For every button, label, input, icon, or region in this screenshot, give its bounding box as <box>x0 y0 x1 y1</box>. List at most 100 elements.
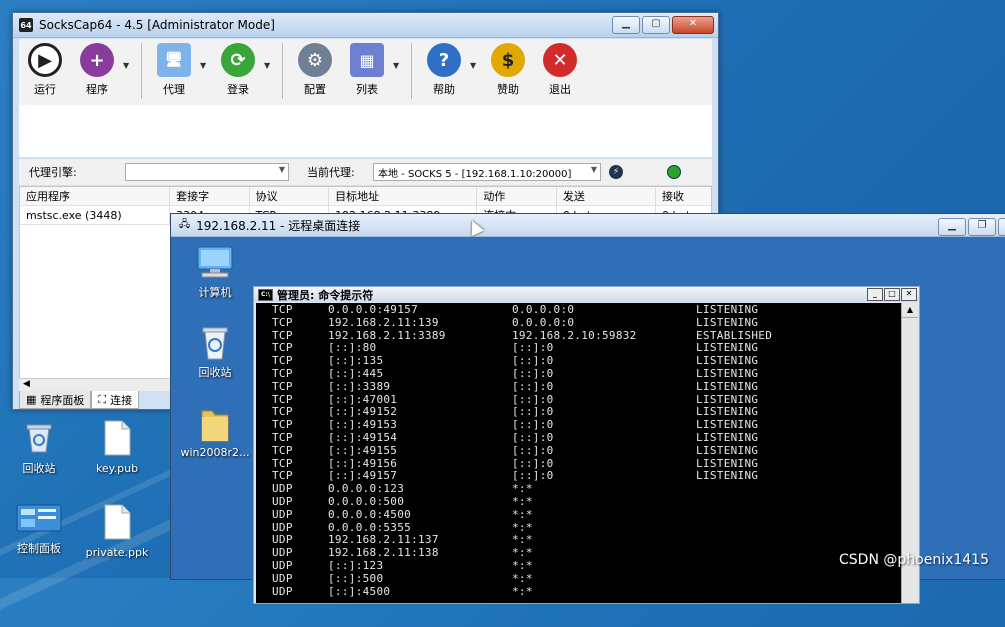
proxy-button[interactable]: 🖥 代理 <box>148 41 200 97</box>
program-dropdown-arrow[interactable]: ▼ <box>123 61 135 70</box>
toolbar-separator <box>282 43 283 99</box>
chevron-left-icon[interactable]: ◀ <box>23 379 30 389</box>
console-field: [::]:500 <box>328 571 384 585</box>
remote-icon-computer[interactable]: 计算机 <box>175 245 255 300</box>
desktop-icon-control-panel[interactable]: 控制面板 <box>4 504 74 556</box>
maximize-button[interactable]: ▢ <box>642 16 670 34</box>
toolbar-label: 帮助 <box>433 83 455 96</box>
column-header[interactable]: 接收 <box>656 187 711 205</box>
exit-icon: ✕ <box>543 43 577 77</box>
column-header[interactable]: 目标地址 <box>329 187 478 205</box>
minimize-button[interactable]: _ <box>867 288 883 301</box>
console-field: TCP <box>272 456 293 470</box>
close-button[interactable] <box>998 218 1005 236</box>
console-field: [::]:4500 <box>328 584 391 598</box>
run-button[interactable]: ▶ 运行 <box>19 41 71 97</box>
toolbar-label: 退出 <box>549 83 571 96</box>
console-field: TCP <box>272 379 293 393</box>
recycle-bin-icon <box>175 323 255 364</box>
column-header[interactable]: 应用程序 <box>20 187 171 205</box>
rdp-titlebar[interactable]: 🖧 192.168.2.11 - 远程桌面连接 ▁ ❐ <box>171 214 1005 237</box>
console-field: LISTENING <box>696 315 759 329</box>
console-line: UDP [::]:4500 *:* <box>256 585 901 598</box>
login-button[interactable]: ⟳ 登录 <box>212 41 264 97</box>
tab-connections[interactable]: ⛶ 连接 <box>91 391 140 409</box>
console-field: UDP <box>272 507 293 521</box>
tab-label: 连接 <box>110 393 133 407</box>
desktop-icon-private-ppk[interactable]: private.ppk <box>82 504 152 559</box>
console-line: TCP [::]:445 [::]:0 LISTENING <box>256 367 901 380</box>
console-field: [::]:0 <box>512 456 554 470</box>
console-field: LISTENING <box>696 430 759 444</box>
console-field: UDP <box>272 533 293 547</box>
console-field <box>696 559 846 572</box>
column-header[interactable]: 套接字 <box>170 187 250 205</box>
console-field: *:* <box>512 507 533 521</box>
console-field: LISTENING <box>696 469 759 483</box>
restore-button[interactable]: ❐ <box>968 218 996 236</box>
console-line: TCP [::]:80 [::]:0 LISTENING <box>256 341 901 354</box>
column-header[interactable]: 动作 <box>477 187 557 205</box>
console-output[interactable]: TCP 0.0.0.0:49157 0.0.0.0:0 LISTENING TCP 192… <box>256 303 901 603</box>
console-field: [::]:0 <box>512 469 554 483</box>
minimize-button[interactable]: ▁ <box>938 218 966 236</box>
proxy-engine-select[interactable]: ▼ <box>125 163 289 181</box>
grid-list-icon: ▦ <box>350 43 384 77</box>
config-button[interactable]: ⚙ 配置 <box>289 41 341 97</box>
sponsor-button[interactable]: $ 赞助 <box>482 41 534 97</box>
console-field: TCP <box>272 366 293 380</box>
lightning-icon[interactable]: ⚡ <box>609 165 623 179</box>
console-field: UDP <box>272 558 293 572</box>
proxy-row: 代理引擎: ▼ 当前代理: 本地 - SOCKS 5 - [192.168.1.… <box>19 159 712 185</box>
console-field: TCP <box>272 430 293 444</box>
console-field: [::]:47001 <box>328 392 398 406</box>
login-dropdown-arrow[interactable]: ▼ <box>264 61 276 70</box>
console-field: *:* <box>512 584 533 598</box>
console-field: 0.0.0.0:0 <box>512 303 575 316</box>
dollar-icon: $ <box>491 43 525 77</box>
list-dropdown-arrow[interactable]: ▼ <box>393 61 405 70</box>
close-button[interactable]: ✕ <box>672 16 714 34</box>
sockscap-titlebar[interactable]: 64 SocksCap64 - 4.5 [Administrator Mode]… <box>13 13 718 38</box>
refresh-login-icon: ⟳ <box>221 43 255 77</box>
toolbar-separator <box>411 43 412 99</box>
console-field: 192.168.2.10:59832 <box>512 328 637 342</box>
document-icon <box>82 504 152 543</box>
program-button[interactable]: + 程序 <box>71 41 123 97</box>
play-icon: ▶ <box>28 43 62 77</box>
column-header[interactable]: 发送 <box>557 187 656 205</box>
desktop-icon-recycle-bin[interactable]: 回收站 <box>4 420 74 476</box>
remote-icon-folder[interactable]: win2008r2... <box>175 405 255 459</box>
cmd-icon: C:\ <box>258 288 273 301</box>
minimize-button[interactable]: ▁ <box>612 16 640 34</box>
console-line: TCP [::]:49155 [::]:0 LISTENING <box>256 444 901 457</box>
current-proxy-label: 当前代理: <box>307 166 355 179</box>
help-dropdown-arrow[interactable]: ▼ <box>470 61 482 70</box>
column-header[interactable]: 协议 <box>250 187 330 205</box>
toolbar-label: 程序 <box>86 83 108 96</box>
help-button[interactable]: ? 帮助 <box>418 41 470 97</box>
console-field: UDP <box>272 546 293 560</box>
chevron-up-icon[interactable]: ▲ <box>902 303 918 318</box>
console-field: TCP <box>272 392 293 406</box>
console-field: [::]:3389 <box>328 379 391 393</box>
console-line: UDP [::]:500 *:* <box>256 572 901 585</box>
desktop-icon-key-pub[interactable]: key.pub <box>82 420 152 475</box>
close-button[interactable]: ✕ <box>901 288 917 301</box>
exit-button[interactable]: ✕ 退出 <box>534 41 586 97</box>
list-button[interactable]: ▦ 列表 <box>341 41 393 97</box>
proxy-dropdown-arrow[interactable]: ▼ <box>200 61 212 70</box>
console-field: TCP <box>272 405 293 419</box>
maximize-button[interactable]: □ <box>884 288 900 301</box>
remote-icon-recycle-bin[interactable]: 回收站 <box>175 323 255 380</box>
current-proxy-select[interactable]: 本地 - SOCKS 5 - [192.168.1.10:20000] ▼ <box>373 163 601 181</box>
cmd-titlebar[interactable]: C:\ 管理员: 命令提示符 _ □ ✕ <box>254 287 919 302</box>
console-line: TCP [::]:49154 [::]:0 LISTENING <box>256 431 901 444</box>
console-field: [::]:0 <box>512 379 554 393</box>
tab-program-panel[interactable]: ▦ 程序面板 <box>19 391 92 409</box>
console-field: 192.168.2.11:138 <box>328 546 439 560</box>
console-field: TCP <box>272 418 293 432</box>
console-line: TCP [::]:49153 [::]:0 LISTENING <box>256 418 901 431</box>
console-line: UDP 192.168.2.11:138 *:* <box>256 546 901 559</box>
current-proxy-value: 本地 - SOCKS 5 - [192.168.1.10:20000] <box>378 168 572 180</box>
